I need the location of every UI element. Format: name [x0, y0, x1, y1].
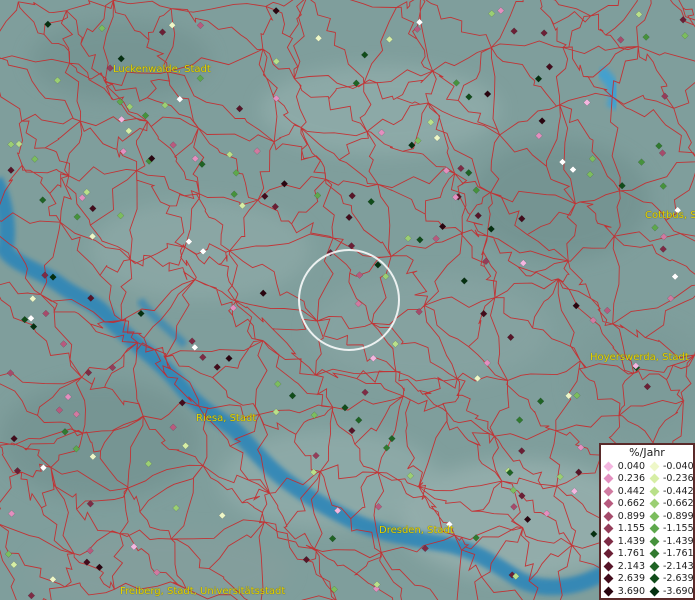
legend-value: 2.639: [617, 573, 645, 585]
legend-row: 0.899 -0.899: [601, 510, 694, 523]
legend-row: 0.236 -0.236: [601, 473, 694, 486]
legend-value: -0.662: [663, 498, 694, 510]
legend-swatch: [649, 498, 660, 509]
legend-swatch: [603, 486, 614, 497]
legend-entry-positive: 2.143: [601, 561, 647, 572]
legend-row: 2.639 -2.639: [601, 573, 694, 586]
legend-swatch: [603, 511, 614, 522]
legend-swatch: [603, 536, 614, 547]
legend-swatch: [603, 473, 614, 484]
legend-entry-positive: 1.761: [601, 548, 647, 559]
legend-swatch: [649, 573, 660, 584]
legend-entry-negative: -3.690: [647, 585, 694, 597]
legend-swatch: [603, 498, 614, 509]
legend-value: -2.143: [663, 560, 694, 572]
map-canvas[interactable]: [0, 0, 695, 600]
legend-entry-positive: 0.442: [601, 486, 647, 497]
legend-value: 0.662: [617, 498, 645, 510]
legend-value: 1.761: [617, 548, 645, 560]
legend-entry-positive: 1.439: [601, 536, 647, 547]
legend-swatch: [649, 473, 660, 484]
legend-row: 0.040 -0.040: [601, 460, 694, 473]
legend-entry-negative: -2.639: [647, 573, 694, 585]
legend-value: 0.040: [617, 460, 645, 472]
legend-entry-negative: -0.040: [647, 460, 694, 472]
legend-entry-positive: 0.236: [601, 473, 647, 484]
legend-entry-positive: 3.690: [601, 586, 647, 597]
legend-swatch: [603, 586, 614, 597]
legend-swatch: [603, 573, 614, 584]
legend-entry-negative: -1.439: [647, 535, 694, 547]
legend-value: -0.236: [663, 473, 694, 485]
legend-value: 0.899: [617, 510, 645, 522]
legend-value: -1.439: [663, 535, 694, 547]
legend-row: 1.439 -1.439: [601, 535, 694, 548]
legend-swatch: [603, 561, 614, 572]
legend-row: 0.662 -0.662: [601, 498, 694, 511]
legend-swatch: [649, 523, 660, 534]
legend-entry-negative: -0.442: [647, 485, 694, 497]
city-label-freiberg: Freiberg, Stadt, Universitätsstadt: [120, 586, 286, 597]
legend-value: -2.639: [663, 573, 694, 585]
legend-swatch: [603, 461, 614, 472]
legend-value: -1.155: [663, 523, 694, 535]
legend-value: 2.143: [617, 560, 645, 572]
legend-swatch: [649, 536, 660, 547]
legend-entry-negative: -0.236: [647, 473, 694, 485]
legend-entry-negative: -1.155: [647, 523, 694, 535]
legend-value: -1.761: [663, 548, 694, 560]
legend-value: 0.236: [617, 473, 645, 485]
legend-row: 3.690 -3.690: [601, 585, 694, 598]
legend-row: 0.442 -0.442: [601, 485, 694, 498]
legend-value: 0.442: [617, 485, 645, 497]
legend-value: 1.439: [617, 535, 645, 547]
legend-entry-positive: 1.155: [601, 523, 647, 534]
legend: %/Jahr 0.040 -0.040 0.236 -0.236 0.442 -0.442…: [599, 443, 695, 600]
legend-entry-positive: 0.040: [601, 461, 647, 472]
legend-swatch: [649, 548, 660, 559]
legend-title: %/Jahr: [629, 446, 665, 459]
legend-entry-negative: -2.143: [647, 560, 694, 572]
legend-value: -0.442: [663, 485, 694, 497]
legend-entry-positive: 2.639: [601, 573, 647, 584]
legend-row: 1.155 -1.155: [601, 523, 694, 536]
legend-value: -3.690: [663, 585, 694, 597]
legend-entry-positive: 0.662: [601, 498, 647, 509]
city-label-dresden: Dresden, Stadt: [379, 525, 454, 536]
legend-row: 1.761 -1.761: [601, 548, 694, 561]
legend-entry-positive: 0.899: [601, 511, 647, 522]
legend-value: 3.690: [617, 585, 645, 597]
legend-value: -0.899: [663, 510, 694, 522]
legend-value: -0.040: [663, 460, 694, 472]
legend-row: 2.143 -2.143: [601, 560, 694, 573]
legend-swatch: [603, 523, 614, 534]
map-view[interactable]: Luckenwalde, Stadt Cottbus, S Hoyerswerd…: [0, 0, 695, 600]
legend-value: 1.155: [617, 523, 645, 535]
legend-entry-negative: -0.662: [647, 498, 694, 510]
legend-swatch: [649, 511, 660, 522]
legend-swatch: [649, 561, 660, 572]
legend-rows: 0.040 -0.040 0.236 -0.236 0.442 -0.442 0.662 -0…: [601, 460, 694, 598]
city-label-cottbus: Cottbus, S: [645, 210, 695, 221]
legend-entry-negative: -1.761: [647, 548, 694, 560]
legend-swatch: [603, 548, 614, 559]
city-label-riesa: Riesa, Stadt: [196, 413, 257, 424]
city-label-hoyerswerda: Hoyerswerda, Stadt: [590, 352, 689, 363]
legend-swatch: [649, 486, 660, 497]
legend-entry-negative: -0.899: [647, 510, 694, 522]
legend-swatch: [649, 586, 660, 597]
legend-swatch: [649, 461, 660, 472]
city-label-luckenwalde: Luckenwalde, Stadt: [113, 64, 211, 75]
